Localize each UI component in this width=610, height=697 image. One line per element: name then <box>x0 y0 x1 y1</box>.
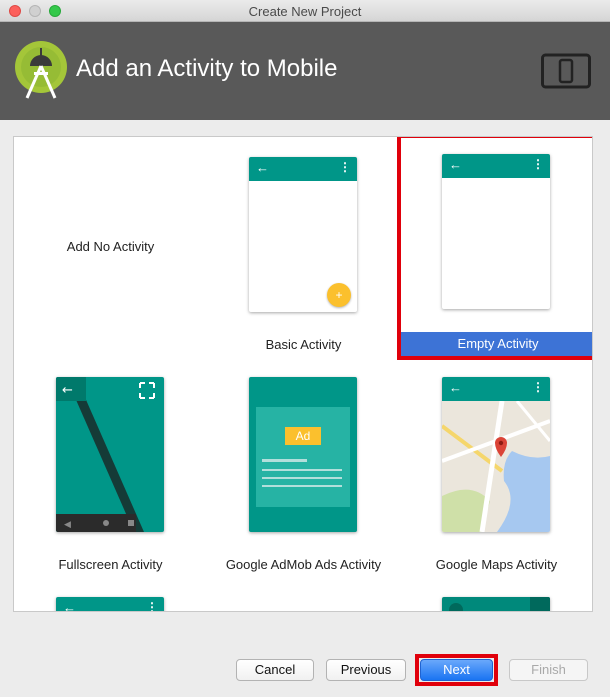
activity-label: Empty Activity <box>457 336 539 351</box>
activity-tile-empty[interactable]: ← ⋮ Empty Activity <box>397 137 592 360</box>
back-arrow-icon: ← <box>256 160 269 175</box>
activity-tile-partial-1[interactable]: ← ⋮ <box>56 597 164 612</box>
cancel-button[interactable]: Cancel <box>236 659 314 681</box>
fullscreen-activity-preview: ← ◀ <box>56 377 164 532</box>
map-icon <box>442 401 550 532</box>
page-title: Add an Activity to Mobile <box>76 55 338 82</box>
activity-label: Google Maps Activity <box>435 557 558 572</box>
plus-fab-icon: + <box>327 283 351 307</box>
phone-tablet-icon <box>541 53 591 89</box>
android-studio-icon <box>15 41 67 99</box>
svg-text:←: ← <box>62 383 73 398</box>
back-arrow-icon: ← <box>63 600 76 612</box>
wizard-header: Add an Activity to Mobile <box>0 22 610 120</box>
activity-label: Google AdMob Ads Activity <box>225 557 382 572</box>
admob-activity-preview: Ad <box>249 377 357 532</box>
activity-tile-fullscreen[interactable]: ← ◀ Fullscreen Activity <box>14 357 207 577</box>
finish-button: Finish <box>509 659 588 681</box>
activity-tile-none[interactable]: Add No Activity <box>14 137 207 357</box>
activity-tile-partial-2[interactable] <box>442 597 550 611</box>
next-button[interactable]: Next <box>420 659 493 681</box>
overflow-menu-icon: ⋮ <box>146 600 158 612</box>
svg-text:◀: ◀ <box>64 520 71 530</box>
activity-gallery[interactable]: Add No Activity ← ⋮ + Basic Activity ← ⋮… <box>13 136 593 612</box>
overflow-menu-icon: ⋮ <box>532 380 544 394</box>
window-title: Create New Project <box>248 4 362 19</box>
maps-activity-preview: ← ⋮ <box>442 377 550 532</box>
avatar-icon <box>449 603 463 611</box>
activity-label: Basic Activity <box>265 337 342 352</box>
ad-badge: Ad <box>285 427 321 445</box>
empty-activity-preview: ← ⋮ <box>442 154 550 309</box>
activity-tile-basic[interactable]: ← ⋮ + Basic Activity <box>207 137 400 357</box>
selection-bar: Empty Activity <box>401 332 592 356</box>
overflow-menu-icon: ⋮ <box>339 160 351 174</box>
basic-activity-preview: ← ⋮ + <box>249 157 357 312</box>
window-titlebar: Create New Project <box>0 0 610 22</box>
back-arrow-icon: ← <box>449 157 462 172</box>
previous-button[interactable]: Previous <box>326 659 406 681</box>
activity-tile-maps[interactable]: ← ⋮ Google Maps Activity <box>400 357 592 577</box>
overflow-menu-icon: ⋮ <box>532 157 544 171</box>
activity-tile-admob[interactable]: Ad Google AdMob Ads Activity <box>207 357 400 577</box>
diagonal-line-icon: ← ◀ <box>56 377 155 532</box>
activity-label: Fullscreen Activity <box>58 557 163 572</box>
back-arrow-icon: ← <box>449 380 462 395</box>
activity-label: Add No Activity <box>66 239 155 254</box>
